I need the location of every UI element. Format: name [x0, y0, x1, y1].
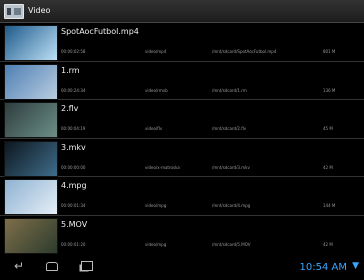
- video-filename: 4.mpg: [61, 181, 87, 191]
- back-icon[interactable]: ↵: [10, 259, 28, 273]
- video-file-path: /mnt/sdcard/SpotAocFutbol.mp4: [212, 49, 277, 54]
- video-mime-type: video/mpg: [145, 203, 167, 209]
- video-list-item[interactable]: 4.mpg 00:00:01:34 video/mpg/mnt/sdcard/4.m…: [0, 177, 364, 216]
- video-list-item[interactable]: 1.rm 00:00:24:34 video/rmvb/mnt/sdcard/1.r…: [0, 62, 364, 101]
- video-list-item[interactable]: 3.mkv 00:00:00:00 video/x-matroska/mnt/sdc…: [0, 139, 364, 178]
- video-duration: 00:00:00:00: [61, 164, 86, 170]
- wifi-icon: ▼: [352, 261, 359, 271]
- video-list-item[interactable]: 2.flv 00:00:04:19 video/flv/mnt/sdcard/2.f…: [0, 100, 364, 139]
- video-thumbnail: [4, 63, 58, 100]
- app-title: Video: [28, 6, 51, 15]
- video-mime-type: video/mpg: [145, 241, 167, 247]
- video-filename: 5.MOV: [61, 219, 88, 229]
- video-filename: SpotAocFutbol.mp4: [61, 27, 139, 36]
- video-duration: 00:00:04:19: [61, 126, 86, 132]
- video-mime-type: video/flv: [145, 126, 163, 132]
- video-file-size: 801 M: [323, 49, 336, 54]
- video-list-item[interactable]: SpotAocFutbol.mp4 00:00:02:58 video/mp4/mn…: [0, 23, 364, 62]
- video-list: SpotAocFutbol.mp4 00:00:02:58 video/mp4/mn…: [0, 23, 364, 255]
- video-file-size: 45 M: [323, 126, 333, 132]
- video-filename: 2.flv: [61, 104, 79, 114]
- video-file-path: /mnt/sdcard/1.rm: [212, 87, 247, 93]
- recent-apps-icon[interactable]: [77, 259, 95, 273]
- system-navigation-bar: ↵ 10:54 AM ▼: [0, 254, 364, 280]
- video-duration: 00:00:24:34: [61, 87, 86, 93]
- video-thumbnail: [4, 179, 58, 216]
- video-file-size: 144 M: [323, 203, 336, 209]
- status-clock: 10:54 AM: [299, 262, 347, 273]
- video-filename: 1.rm: [61, 65, 80, 75]
- video-thumbnail: [4, 102, 58, 139]
- video-duration: 00:00:02:58: [61, 49, 86, 54]
- video-thumbnail: [4, 217, 58, 254]
- action-bar: Video: [0, 0, 364, 23]
- video-thumbnail: [4, 140, 58, 177]
- video-duration: 00:00:01:34: [61, 203, 86, 209]
- home-icon[interactable]: [43, 259, 61, 273]
- video-file-size: 136 M: [323, 87, 336, 93]
- video-duration: 00:00:01:20: [61, 241, 86, 247]
- video-file-size: 42 M: [323, 164, 333, 170]
- video-file-path: /mnt/sdcard/3.mkv: [212, 164, 250, 170]
- video-mime-type: video/rmvb: [145, 87, 168, 93]
- video-list-item[interactable]: 5.MOV 00:00:01:20 video/mpg/mnt/sdcard/5.M…: [0, 216, 364, 255]
- video-thumbnail: [4, 25, 58, 61]
- video-app-icon[interactable]: [4, 4, 24, 19]
- video-file-size: 42 M: [323, 241, 333, 247]
- video-mime-type: video/mp4: [145, 49, 167, 54]
- video-filename: 3.mkv: [61, 142, 86, 152]
- video-file-path: /mnt/sdcard/4.mpg: [212, 203, 251, 209]
- video-file-path: /mnt/sdcard/5.MOV: [212, 241, 251, 247]
- video-mime-type: video/x-matroska: [145, 164, 180, 170]
- video-file-path: /mnt/sdcard/2.flv: [212, 126, 247, 132]
